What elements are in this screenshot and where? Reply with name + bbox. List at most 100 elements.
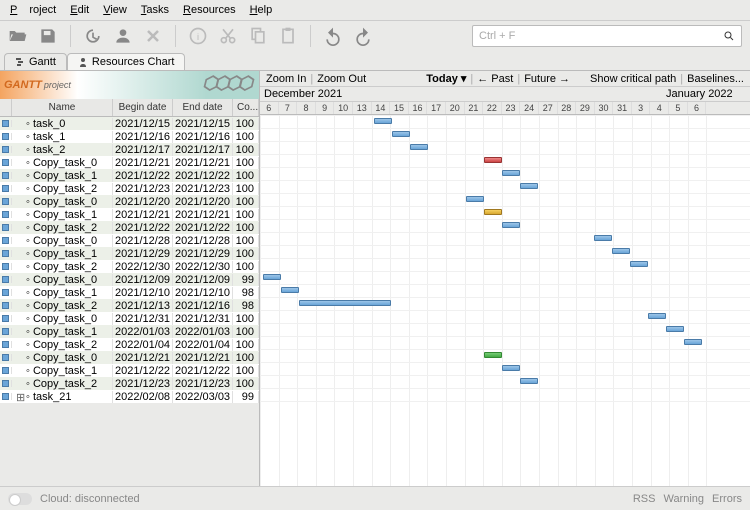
gantt-bar[interactable] xyxy=(666,326,684,332)
gantt-bar[interactable] xyxy=(281,287,299,293)
menu-tasks[interactable]: Tasks xyxy=(135,2,175,18)
gantt-bar[interactable] xyxy=(263,274,281,280)
table-row[interactable]: ◦ Copy_task_2 2022/01/04 2022/01/04 100 xyxy=(0,338,259,351)
table-row[interactable]: ◦ Copy_task_0 2021/12/21 2021/12/21 100 xyxy=(0,156,259,169)
month-label: January 2022 xyxy=(666,88,746,100)
errors-link[interactable]: Errors xyxy=(712,493,742,505)
properties-icon[interactable]: i xyxy=(188,26,208,46)
task-completion: 100 xyxy=(233,118,259,130)
task-begin: 2022/01/03 xyxy=(113,326,173,338)
gantt-bar[interactable] xyxy=(520,378,538,384)
gantt-bar[interactable] xyxy=(648,313,666,319)
baselines-button[interactable]: Baselines... xyxy=(687,73,744,85)
task-begin: 2021/12/22 xyxy=(113,222,173,234)
day-label: 16 xyxy=(409,102,428,114)
task-begin: 2021/12/13 xyxy=(113,300,173,312)
table-row[interactable]: ◦ task_1 2021/12/16 2021/12/16 100 xyxy=(0,130,259,143)
open-icon[interactable] xyxy=(8,26,28,46)
table-row[interactable]: ◦ Copy_task_2 2022/12/30 2022/12/30 100 xyxy=(0,260,259,273)
warning-link[interactable]: Warning xyxy=(663,493,704,505)
day-label: 6 xyxy=(688,102,707,114)
task-begin: 2022/01/04 xyxy=(113,339,173,351)
redo-icon[interactable] xyxy=(353,26,373,46)
task-end: 2021/12/29 xyxy=(173,248,233,260)
gantt-bar[interactable] xyxy=(374,118,392,124)
search-input[interactable]: Ctrl + F xyxy=(472,25,742,47)
task-end: 2022/12/30 xyxy=(173,261,233,273)
task-completion: 100 xyxy=(233,261,259,273)
table-row[interactable]: ◦ task_2 2021/12/17 2021/12/17 100 xyxy=(0,143,259,156)
delete-icon[interactable] xyxy=(143,26,163,46)
day-label: 28 xyxy=(558,102,577,114)
task-name: ◦ Copy_task_2 xyxy=(12,378,113,390)
table-row[interactable]: ◦ Copy_task_2 2021/12/23 2021/12/23 100 xyxy=(0,182,259,195)
table-row[interactable]: ◦ Copy_task_2 2021/12/23 2021/12/23 100 xyxy=(0,377,259,390)
table-row[interactable]: ◦ Copy_task_1 2021/12/29 2021/12/29 100 xyxy=(0,247,259,260)
gantt-bar[interactable] xyxy=(684,339,702,345)
gantt-bar[interactable] xyxy=(502,365,520,371)
task-end: 2021/12/21 xyxy=(173,352,233,364)
task-name: ◦ Copy_task_0 xyxy=(12,274,113,286)
table-row[interactable]: ◦ Copy_task_1 2021/12/10 2021/12/10 98 xyxy=(0,286,259,299)
table-row[interactable]: ◦ Copy_task_2 2021/12/22 2021/12/22 100 xyxy=(0,221,259,234)
table-row[interactable]: ◦ task_0 2021/12/15 2021/12/15 100 xyxy=(0,117,259,130)
cloud-toggle[interactable] xyxy=(8,493,32,505)
gantt-bar[interactable] xyxy=(484,157,502,163)
menu-resources[interactable]: Resources xyxy=(177,2,242,18)
gantt-bar[interactable] xyxy=(392,131,410,137)
undo-icon[interactable] xyxy=(323,26,343,46)
gantt-bar[interactable] xyxy=(612,248,630,254)
future-button[interactable]: Future → xyxy=(524,73,570,85)
task-begin: 2022/12/30 xyxy=(113,261,173,273)
gantt-chart[interactable] xyxy=(260,115,750,486)
gantt-bar[interactable] xyxy=(410,144,428,150)
day-label: 7 xyxy=(279,102,298,114)
col-completion[interactable]: Co... xyxy=(233,99,259,116)
table-row[interactable]: ◦ Copy_task_2 2021/12/13 2021/12/16 98 xyxy=(0,299,259,312)
table-row[interactable]: ◦ Copy_task_0 2021/12/09 2021/12/09 99 xyxy=(0,273,259,286)
table-row[interactable]: ⊞◦ task_21 2022/02/08 2022/03/03 99 xyxy=(0,390,259,403)
menu-view[interactable]: View xyxy=(97,2,133,18)
tab-resources[interactable]: Resources Chart xyxy=(67,53,186,70)
zoom-in-button[interactable]: Zoom In xyxy=(266,73,306,85)
tab-gantt[interactable]: Gantt xyxy=(4,53,67,70)
person-icon[interactable] xyxy=(113,26,133,46)
task-completion: 100 xyxy=(233,222,259,234)
table-row[interactable]: ◦ Copy_task_0 2021/12/20 2021/12/20 100 xyxy=(0,195,259,208)
gantt-bar[interactable] xyxy=(299,300,391,306)
zoom-out-button[interactable]: Zoom Out xyxy=(317,73,366,85)
today-button[interactable]: Today ▾ xyxy=(426,72,466,85)
gantt-bar[interactable] xyxy=(502,170,520,176)
menu-edit[interactable]: Edit xyxy=(64,2,95,18)
col-begin[interactable]: Begin date xyxy=(113,99,173,116)
table-row[interactable]: ◦ Copy_task_1 2022/01/03 2022/01/03 100 xyxy=(0,325,259,338)
table-row[interactable]: ◦ Copy_task_0 2021/12/28 2021/12/28 100 xyxy=(0,234,259,247)
rss-link[interactable]: RSS xyxy=(633,493,656,505)
paste-icon[interactable] xyxy=(278,26,298,46)
table-row[interactable]: ◦ Copy_task_0 2021/12/31 2021/12/31 100 xyxy=(0,312,259,325)
gantt-bar[interactable] xyxy=(484,209,502,215)
gantt-icon xyxy=(15,57,25,67)
table-row[interactable]: ◦ Copy_task_1 2021/12/22 2021/12/22 100 xyxy=(0,364,259,377)
table-row[interactable]: ◦ Copy_task_1 2021/12/21 2021/12/21 100 xyxy=(0,208,259,221)
gantt-bar[interactable] xyxy=(484,352,502,358)
copy-icon[interactable] xyxy=(248,26,268,46)
menu-project[interactable]: Project xyxy=(4,2,62,18)
save-icon[interactable] xyxy=(38,26,58,46)
gantt-bar[interactable] xyxy=(502,222,520,228)
history-icon[interactable] xyxy=(83,26,103,46)
gantt-bar[interactable] xyxy=(630,261,648,267)
table-row[interactable]: ◦ Copy_task_1 2021/12/22 2021/12/22 100 xyxy=(0,169,259,182)
col-end[interactable]: End date xyxy=(173,99,233,116)
menu-help[interactable]: Help xyxy=(244,2,279,18)
gantt-bar[interactable] xyxy=(594,235,612,241)
status-bar: Cloud: disconnected RSS Warning Errors xyxy=(0,486,750,510)
gantt-bar[interactable] xyxy=(520,183,538,189)
table-row[interactable]: ◦ Copy_task_0 2021/12/21 2021/12/21 100 xyxy=(0,351,259,364)
day-label: 20 xyxy=(446,102,465,114)
col-name[interactable]: Name xyxy=(12,99,113,116)
gantt-bar[interactable] xyxy=(466,196,484,202)
critical-path-button[interactable]: Show critical path xyxy=(590,73,676,85)
cut-icon[interactable] xyxy=(218,26,238,46)
past-button[interactable]: ← Past xyxy=(477,73,513,85)
